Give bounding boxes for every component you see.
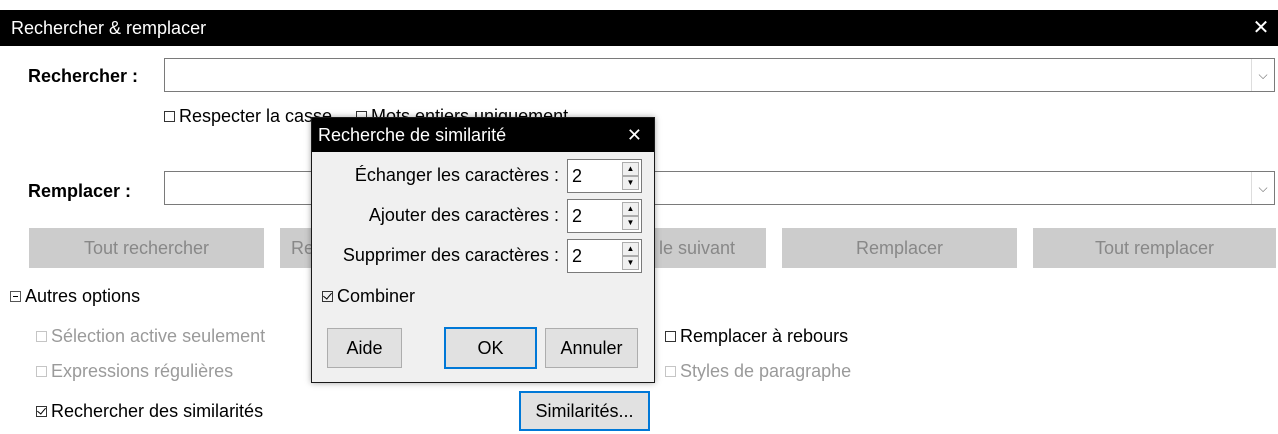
- chevron-down-icon[interactable]: ⌵: [1251, 59, 1274, 91]
- remove-chars-label: Supprimer des caractères :: [342, 245, 559, 265]
- match-case-checkbox[interactable]: Respecter la casse: [164, 106, 332, 127]
- checkbox-icon: [164, 111, 175, 122]
- checkbox-checked-icon: [322, 291, 333, 302]
- replace-label: Remplacer :: [28, 181, 132, 201]
- regex-checkbox[interactable]: Expressions régulières: [36, 361, 233, 382]
- other-options-expander[interactable]: Autres options: [10, 286, 140, 307]
- add-chars-label: Ajouter des caractères :: [368, 205, 559, 225]
- similarities-button[interactable]: Similarités...: [519, 391, 650, 431]
- find-all-button[interactable]: Tout rechercher: [29, 228, 264, 268]
- close-icon[interactable]: ✕: [627, 118, 642, 152]
- combine-checkbox[interactable]: Combiner: [322, 286, 415, 307]
- replace-all-button[interactable]: Tout remplacer: [1033, 228, 1276, 268]
- checkbox-checked-icon: [36, 406, 47, 417]
- replace-button[interactable]: Remplacer: [782, 228, 1017, 268]
- dialog-title: Recherche de similarité: [318, 125, 507, 145]
- window-titlebar: Rechercher & remplacer ✕: [0, 10, 1278, 46]
- spin-down-icon[interactable]: ▼: [622, 216, 639, 230]
- replace-backwards-checkbox[interactable]: Remplacer à rebours: [665, 326, 848, 347]
- add-chars-spinner[interactable]: 2 ▲ ▼: [567, 199, 642, 233]
- dialog-body: Échanger les caractères : 2 ▲ ▼ Ajouter …: [312, 152, 654, 382]
- search-input[interactable]: ⌵: [164, 58, 1275, 92]
- checkbox-icon: [36, 366, 47, 377]
- similarity-dialog: Recherche de similarité ✕ Échanger les c…: [311, 117, 655, 383]
- spin-up-icon[interactable]: ▲: [622, 242, 639, 256]
- search-label: Rechercher :: [28, 66, 139, 86]
- spin-down-icon[interactable]: ▼: [622, 256, 639, 270]
- cancel-button[interactable]: Annuler: [545, 328, 638, 368]
- spin-up-icon[interactable]: ▲: [622, 202, 639, 216]
- active-selection-checkbox[interactable]: Sélection active seulement: [36, 326, 265, 347]
- exchange-chars-label: Échanger les caractères :: [354, 165, 559, 185]
- collapse-icon: [10, 291, 21, 302]
- checkbox-icon: [36, 331, 47, 342]
- checkbox-icon: [665, 331, 676, 342]
- window-title: Rechercher & remplacer: [11, 18, 207, 38]
- ok-button[interactable]: OK: [444, 327, 537, 369]
- help-button[interactable]: Aide: [327, 328, 402, 368]
- dialog-titlebar: Recherche de similarité ✕: [312, 118, 654, 152]
- spin-up-icon[interactable]: ▲: [622, 162, 639, 176]
- paragraph-styles-checkbox[interactable]: Styles de paragraphe: [665, 361, 851, 382]
- chevron-down-icon[interactable]: ⌵: [1251, 172, 1274, 204]
- similarity-search-checkbox[interactable]: Rechercher des similarités: [36, 401, 263, 422]
- close-icon[interactable]: ✕: [1246, 10, 1276, 46]
- exchange-chars-spinner[interactable]: 2 ▲ ▼: [567, 159, 642, 193]
- spin-down-icon[interactable]: ▼: [622, 176, 639, 190]
- checkbox-icon: [665, 366, 676, 377]
- remove-chars-spinner[interactable]: 2 ▲ ▼: [567, 239, 642, 273]
